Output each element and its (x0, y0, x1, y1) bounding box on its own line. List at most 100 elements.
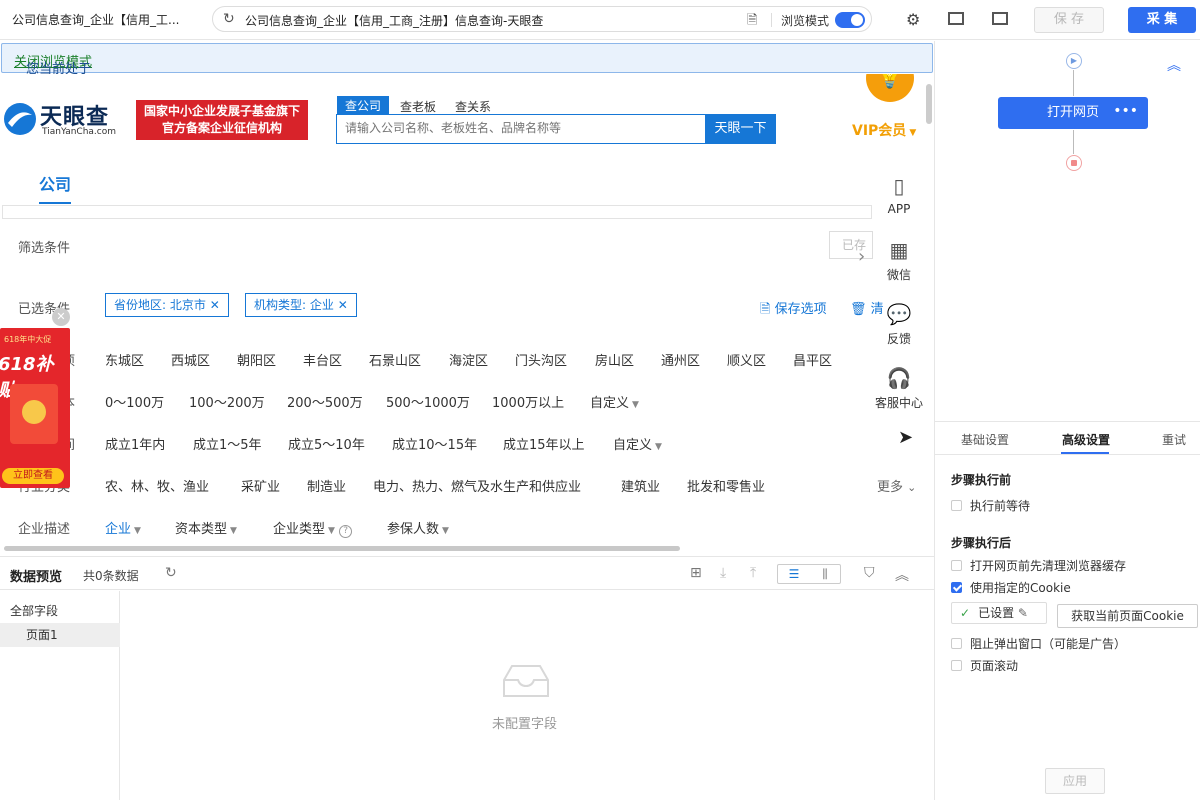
years-option[interactable]: 成立5～10年 (288, 434, 365, 453)
tab-basic-settings[interactable]: 基础设置 (961, 431, 1009, 448)
save-option-link[interactable]: 🗎 保存选项 (760, 298, 827, 322)
document-icon[interactable]: 🗎 (747, 11, 757, 33)
desc-option-enterprise[interactable]: 企业 ▼ (105, 518, 141, 537)
years-option[interactable]: 成立1年内 (105, 434, 165, 453)
district-option[interactable]: 海淀区 (449, 350, 488, 369)
collapse-up-icon[interactable]: ︽ (1167, 55, 1181, 75)
tool-wechat[interactable]: ▦ 微信 (872, 238, 926, 283)
address-bar[interactable]: ↻ 公司信息查询_企业【信用_工商_注册】信息查询-天眼查 🗎 浏览模式 (212, 6, 872, 32)
browser-viewport[interactable]: 天眼查 TianYanCha.com 国家中小企业发展子基金旗下 官方备案企业征… (0, 74, 934, 552)
years-option[interactable]: 成立10～15年 (392, 434, 477, 453)
years-option[interactable]: 成立1～5年 (193, 434, 262, 453)
desc-option-capital-type[interactable]: 资本类型 ▼ (175, 518, 237, 537)
option-clear-cache[interactable]: 打开网页前先清理浏览器缓存 (951, 557, 1126, 574)
all-fields-item[interactable]: 全部字段 (10, 602, 58, 619)
vertical-scrollbar[interactable] (926, 84, 932, 124)
district-option[interactable]: 东城区 (105, 350, 144, 369)
tab-search-boss[interactable]: 查老板 (400, 98, 436, 115)
district-option[interactable]: 西城区 (171, 350, 210, 369)
tab-retry[interactable]: 重试 (1162, 431, 1186, 448)
option-use-cookie[interactable]: 使用指定的Cookie (951, 579, 1071, 596)
district-option[interactable]: 顺义区 (727, 350, 766, 369)
reload-icon[interactable]: ↻ (223, 11, 235, 27)
chip-org-type[interactable]: 机构类型: 企业 ✕ (245, 293, 357, 317)
years-custom-option[interactable]: 自定义 ▼ (613, 434, 662, 453)
tool-service[interactable]: 🎧 客服中心 (872, 366, 926, 411)
browse-mode-toggle[interactable] (835, 12, 865, 28)
capital-option[interactable]: 1000万以上 (492, 392, 564, 411)
industry-option[interactable]: 批发和零售业 (687, 476, 765, 495)
download-icon[interactable]: ⤓ (720, 565, 726, 581)
option-wait-before[interactable]: 执行前等待 (951, 497, 1030, 514)
capital-option[interactable]: 100～200万 (189, 392, 265, 411)
industry-option[interactable]: 电力、热力、燃气及水生产和供应业 (373, 476, 581, 495)
years-option[interactable]: 成立15年以上 (503, 434, 585, 453)
option-page-scroll[interactable]: 页面滚动 (951, 657, 1018, 674)
checkbox[interactable] (951, 500, 962, 511)
upload-icon[interactable]: ⤒ (750, 565, 756, 581)
close-icon[interactable]: ✕ (210, 298, 220, 312)
tab-title[interactable]: 公司信息查询_企业【信用_工... (12, 11, 192, 28)
lightbulb-icon[interactable]: 💡 (866, 74, 914, 102)
tool-feedback[interactable]: 💬 反馈 (872, 302, 926, 347)
tab-search-relation[interactable]: 查关系 (455, 98, 491, 115)
collect-button[interactable]: 采 集 (1128, 7, 1196, 33)
flow-node-open-page[interactable]: 打开网页 ••• (998, 97, 1148, 129)
help-icon[interactable]: ? (339, 525, 353, 538)
capital-custom-option[interactable]: 自定义 ▼ (590, 392, 639, 411)
close-icon[interactable]: ✕ (338, 298, 348, 312)
checkbox[interactable] (951, 560, 962, 571)
tool-app[interactable]: ▯ APP (872, 174, 926, 216)
edit-icon[interactable]: ✎ (1018, 606, 1028, 620)
horizontal-scrollbar[interactable] (4, 546, 680, 551)
search-input[interactable] (337, 115, 697, 141)
flow-end-icon[interactable] (1066, 155, 1082, 171)
flow-start-icon[interactable]: ▶ (1066, 53, 1082, 69)
capital-option[interactable]: 500～1000万 (386, 392, 470, 411)
refresh-icon[interactable]: ↻ (165, 565, 177, 581)
promo-cta[interactable]: 立即查看 (2, 468, 64, 484)
gear-icon[interactable]: ⚙ (906, 10, 920, 29)
district-option[interactable]: 朝阳区 (237, 350, 276, 369)
page1-item[interactable]: 页面1 (0, 623, 120, 647)
district-option[interactable]: 门头沟区 (515, 350, 567, 369)
filter-icon[interactable]: ⛉ (864, 565, 875, 581)
industry-option[interactable]: 采矿业 (241, 476, 280, 495)
desc-option-enterprise-type[interactable]: 企业类型 ▼ ? (273, 518, 353, 538)
list-view-icon[interactable]: ☰ (778, 565, 810, 583)
more-option[interactable]: 更多 ⌄ (877, 476, 916, 495)
vip-member-link[interactable]: VIP会员 ▼ (852, 120, 916, 140)
close-icon[interactable]: ✕ (52, 308, 70, 326)
district-option[interactable]: 房山区 (595, 350, 634, 369)
capital-option[interactable]: 0～100万 (105, 392, 164, 411)
column-view-icon[interactable]: ⫼ (810, 565, 840, 583)
chevron-right-icon[interactable]: › (858, 246, 865, 267)
promo-banner[interactable]: 618年中大促 618补贴 立即查看 (0, 328, 70, 488)
layout-side-icon[interactable] (992, 12, 1008, 25)
apply-button[interactable]: 应用 (1045, 768, 1105, 794)
saved-filters-button[interactable]: 已存 (829, 231, 873, 259)
tab-search-company[interactable]: 查公司 (337, 96, 390, 115)
nav-tab-company[interactable]: 公司 (39, 171, 71, 195)
district-option[interactable]: 通州区 (661, 350, 700, 369)
checkbox[interactable] (951, 660, 962, 671)
capital-option[interactable]: 200～500万 (287, 392, 363, 411)
search-button[interactable]: 天眼一下 (705, 114, 776, 144)
district-option[interactable]: 昌平区 (793, 350, 832, 369)
industry-option[interactable]: 农、林、牧、渔业 (105, 476, 209, 495)
desc-option-insured[interactable]: 参保人数 ▼ (387, 518, 449, 537)
industry-option[interactable]: 制造业 (307, 476, 346, 495)
industry-option[interactable]: 建筑业 (621, 476, 660, 495)
chip-province[interactable]: 省份地区: 北京市 ✕ (105, 293, 229, 317)
district-option[interactable]: 石景山区 (369, 350, 421, 369)
more-icon[interactable]: ••• (1113, 95, 1138, 127)
option-block-popup[interactable]: 阻止弹出窗口（可能是广告） (951, 635, 1126, 652)
save-button[interactable]: 保 存 (1034, 7, 1104, 33)
add-field-icon[interactable]: ⊞ (690, 565, 702, 581)
tab-advanced-settings[interactable]: 高级设置 (1062, 431, 1110, 448)
layout-bottom-icon[interactable] (948, 12, 964, 25)
site-logo[interactable]: 天眼查 TianYanCha.com (2, 99, 128, 141)
get-cookie-button[interactable]: 获取当前页面Cookie (1057, 604, 1198, 628)
cookie-status[interactable]: ✓ 已设置 ✎ (951, 602, 1047, 624)
collapse-up-icon[interactable]: ︽ (895, 565, 909, 585)
